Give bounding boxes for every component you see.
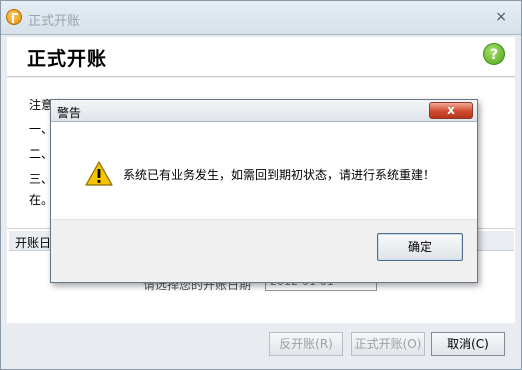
dialog-body: 系统已有业务发生，如需回到期初状态，请进行系统重建！ xyxy=(51,123,477,219)
dialog-titlebar: 警告 x xyxy=(51,100,477,122)
dialog-message: 系统已有业务发生，如需回到期初状态，请进行系统重建！ xyxy=(123,168,436,182)
ok-button[interactable]: 确定 xyxy=(377,233,463,261)
dialog-footer: 确定 xyxy=(51,219,477,282)
dialog-close-button[interactable]: x xyxy=(429,102,473,119)
dialog-title: 警告 xyxy=(57,106,82,120)
warning-icon xyxy=(85,161,113,190)
warning-dialog: 警告 x 系统已有业务发生，如需回到期初状态，请进行系统重建！ 确定 xyxy=(50,99,478,283)
